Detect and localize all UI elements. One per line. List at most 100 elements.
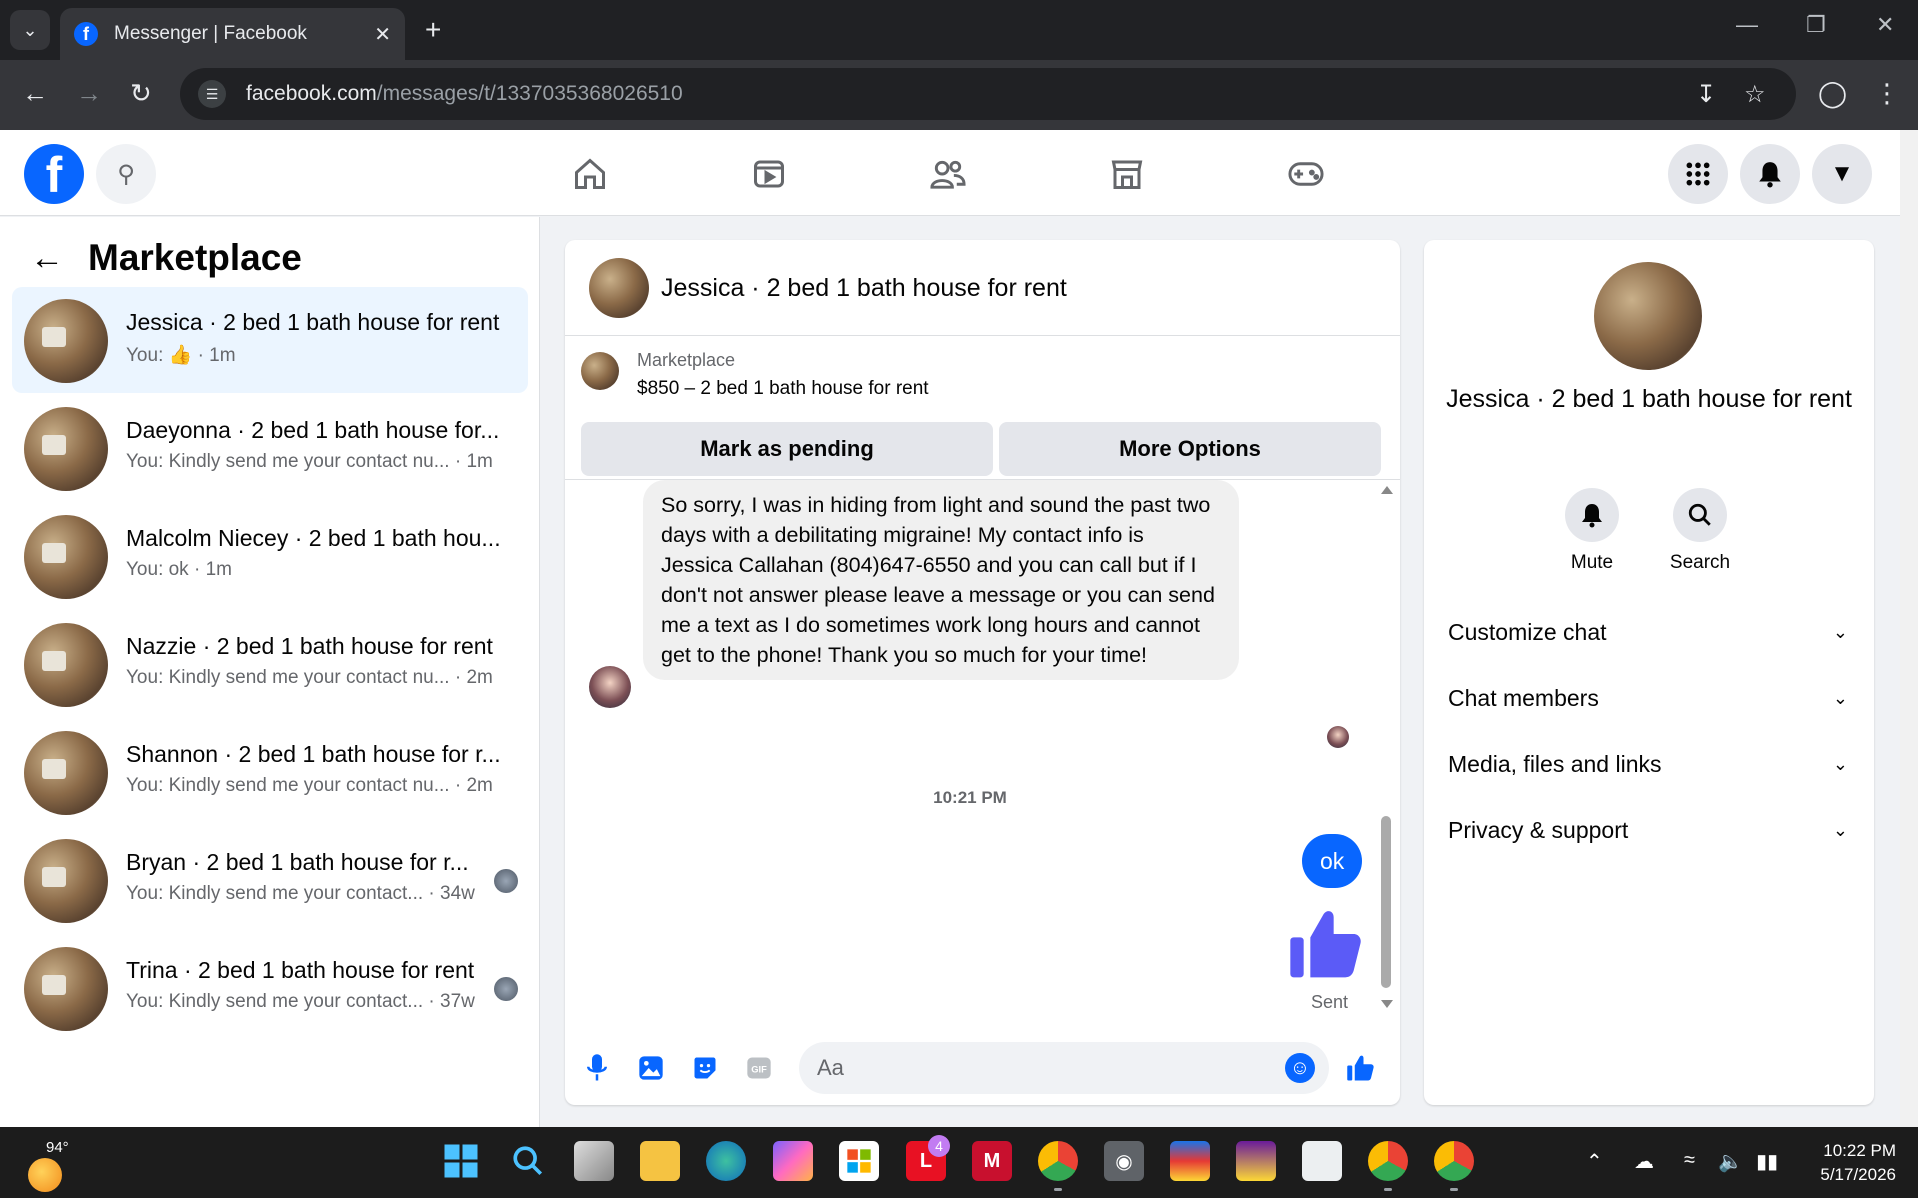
new-tab-button[interactable]: +	[425, 14, 441, 46]
conversation-item[interactable]: Trina · 2 bed 1 bath house for rent You:…	[12, 935, 528, 1041]
scroll-up-icon[interactable]	[1381, 486, 1393, 494]
chevron-down-icon: ⌄	[1832, 819, 1848, 840]
marketplace-icon[interactable]	[1105, 152, 1149, 196]
more-options-button[interactable]: More Options	[999, 422, 1381, 476]
onedrive-icon[interactable]: ☁	[1634, 1149, 1654, 1174]
minimize-button[interactable]: —	[1736, 12, 1758, 38]
conversation-item[interactable]: Bryan · 2 bed 1 bath house for r... You:…	[12, 827, 528, 933]
like-button-icon[interactable]	[1345, 1052, 1377, 1084]
browser-tab-active[interactable]: f Messenger | Facebook ✕	[60, 8, 405, 60]
site-info-icon[interactable]: ☰	[198, 80, 226, 108]
reload-button[interactable]: ↻	[130, 78, 152, 109]
bell-icon[interactable]	[1565, 488, 1619, 542]
listing-avatar	[24, 515, 108, 599]
thumbs-up-sticker-icon	[1287, 904, 1367, 984]
like-small-icon: 👍	[168, 345, 193, 366]
clock-time: 10:22 PM	[1823, 1141, 1896, 1160]
inbox-title: Marketplace	[88, 237, 302, 278]
listing-thumbnail[interactable]	[581, 352, 619, 390]
menu-grid-icon[interactable]	[1668, 144, 1728, 204]
mcafee-icon[interactable]: M	[972, 1141, 1012, 1181]
close-window-button[interactable]: ✕	[1876, 12, 1894, 38]
media-files-links-section[interactable]: Media, files and links ⌄	[1448, 744, 1848, 784]
address-bar[interactable]: ☰ facebook.com/messages/t/13370353680265…	[180, 68, 1796, 120]
conversation-item[interactable]: Jessica · 2 bed 1 bath house for rent Yo…	[12, 287, 528, 393]
info-avatar[interactable]	[1594, 262, 1702, 370]
conversation-item[interactable]: Shannon · 2 bed 1 bath house for r... Yo…	[12, 719, 528, 825]
battery-icon[interactable]: ▮▮	[1756, 1149, 1778, 1174]
forward-button[interactable]: →	[76, 78, 102, 109]
profile-icon[interactable]: ◯	[1818, 78, 1847, 109]
file-explorer-icon[interactable]	[640, 1141, 680, 1181]
mark-as-pending-button[interactable]: Mark as pending	[581, 422, 993, 476]
chat-title[interactable]: Jessica · 2 bed 1 bath house for rent	[661, 274, 1067, 303]
conversation-name: Malcolm Niecey · 2 bed 1 bath hou...	[126, 525, 501, 551]
chat-avatar[interactable]	[589, 258, 649, 318]
preview-time: · 2m	[454, 775, 493, 796]
privacy-support-section[interactable]: Privacy & support ⌄	[1448, 810, 1848, 850]
microsoft-store-icon[interactable]	[839, 1141, 879, 1181]
message-input[interactable]	[817, 1042, 1257, 1094]
sticker-icon[interactable]	[689, 1052, 721, 1084]
facebook-logo-icon[interactable]: f	[24, 144, 84, 204]
url-text[interactable]: facebook.com/messages/t/1337035368026510	[246, 82, 683, 106]
home-icon[interactable]	[568, 152, 612, 196]
bookmark-star-icon[interactable]: ☆	[1744, 80, 1766, 109]
snipping-tool-icon[interactable]	[1302, 1141, 1342, 1181]
taskbar-search-icon[interactable]	[508, 1141, 548, 1181]
sender-avatar[interactable]	[589, 666, 631, 708]
conversation-item[interactable]: Malcolm Niecey · 2 bed 1 bath hou... You…	[12, 503, 528, 609]
notifications-bell-icon[interactable]	[1740, 144, 1800, 204]
customize-chat-section[interactable]: Customize chat ⌄	[1448, 612, 1848, 652]
search-icon[interactable]	[1673, 488, 1727, 542]
scroll-thumb[interactable]	[1381, 816, 1391, 988]
conversation-item[interactable]: Daeyonna · 2 bed 1 bath house for... You…	[12, 395, 528, 501]
conversation-preview: You: Kindly send me your contact... · 37…	[126, 991, 475, 1013]
friends-icon[interactable]	[926, 152, 970, 196]
chat-members-section[interactable]: Chat members ⌄	[1448, 678, 1848, 718]
back-arrow-icon[interactable]: ←	[30, 239, 64, 278]
start-icon[interactable]	[441, 1141, 481, 1181]
video-icon[interactable]	[747, 152, 791, 196]
gif-icon[interactable]: GIF	[743, 1052, 775, 1084]
chrome-icon[interactable]	[1038, 1141, 1078, 1181]
install-app-icon[interactable]: ↧	[1696, 80, 1716, 109]
weather-widget[interactable]: 94°	[28, 1139, 69, 1192]
mute-button[interactable]: Mute	[1552, 488, 1632, 574]
restore-button[interactable]: ❐	[1806, 12, 1826, 38]
seen-avatar	[494, 869, 518, 893]
conversation-item[interactable]: Nazzie · 2 bed 1 bath house for rent You…	[12, 611, 528, 717]
volume-icon[interactable]: 🔈	[1718, 1149, 1743, 1174]
show-hidden-icons-icon[interactable]: ⌃	[1586, 1149, 1603, 1174]
search-icon[interactable]: ⚲	[96, 144, 156, 204]
camera-icon[interactable]: ◉	[1104, 1141, 1144, 1181]
page-scrollbar[interactable]	[1900, 130, 1918, 1127]
system-clock[interactable]: 10:22 PM 5/17/2026	[1820, 1139, 1896, 1187]
wifi-icon[interactable]: ≈	[1684, 1149, 1695, 1172]
running-indicator	[1384, 1188, 1392, 1191]
conversation-preview: You: Kindly send me your contact... · 34…	[126, 883, 475, 905]
back-button[interactable]: ←	[22, 78, 48, 109]
game-app-icon[interactable]	[1170, 1141, 1210, 1181]
tab-list-button[interactable]: ⌄	[10, 10, 50, 50]
edge-icon[interactable]	[706, 1141, 746, 1181]
outgoing-message: ok	[1302, 834, 1363, 888]
gaming-icon[interactable]	[1284, 152, 1328, 196]
listing-avatar	[24, 407, 108, 491]
chat-header: Jessica · 2 bed 1 bath house for rent i	[565, 240, 1400, 336]
task-view-icon[interactable]	[574, 1141, 614, 1181]
photo-icon[interactable]	[635, 1052, 667, 1084]
chrome-profile-icon[interactable]	[1434, 1141, 1474, 1181]
listing-title[interactable]: $850 – 2 bed 1 bath house for rent	[637, 378, 929, 400]
chrome-profile-icon[interactable]	[1368, 1141, 1408, 1181]
account-dropdown-icon[interactable]: ▼	[1812, 144, 1872, 204]
emoji-icon[interactable]: ☺	[1285, 1053, 1315, 1083]
message-scrollbar[interactable]	[1379, 486, 1393, 1016]
scroll-down-icon[interactable]	[1381, 1000, 1393, 1008]
browser-menu-icon[interactable]: ⋮	[1874, 78, 1900, 109]
search-conversation-button[interactable]: Search	[1660, 488, 1740, 574]
microphone-icon[interactable]	[581, 1052, 613, 1084]
copilot-icon[interactable]	[773, 1141, 813, 1181]
tab-close-icon[interactable]: ✕	[374, 22, 391, 47]
bubble-game-icon[interactable]	[1236, 1141, 1276, 1181]
